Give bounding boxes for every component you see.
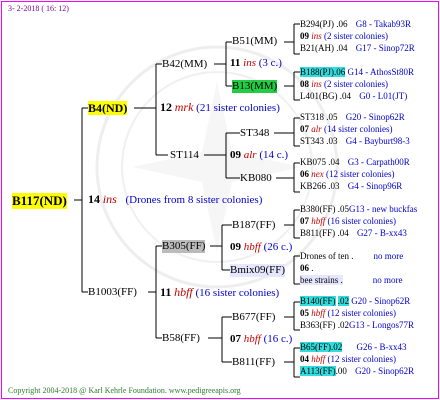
gen4-row-12[interactable]: B380(FF) .05G13 - new buckfas: [300, 204, 417, 215]
gen1-father[interactable]: B1003(FF): [88, 286, 137, 299]
gen1-mother[interactable]: B4(ND): [88, 101, 128, 115]
gen3-c-mating: 09 alr (14 c.): [230, 149, 288, 162]
gen4-row-13: 07 hbff (16 sister colonies): [300, 216, 396, 226]
gen3-h[interactable]: B811(FF): [232, 356, 275, 369]
gen4-row-20[interactable]: B363(FF) .02G13 - Longos77R: [300, 320, 414, 331]
gen3-a-mating-note: (3 c.): [258, 57, 282, 69]
gen2-a-mating-year: 12: [160, 100, 172, 114]
gen3-c-mating-note: (14 c.): [259, 149, 289, 161]
gen2-c[interactable]: B305(FF): [162, 240, 206, 253]
gen2-a[interactable]: B42(MM): [162, 58, 207, 71]
gen3-e-mating-year: 09: [230, 241, 241, 253]
gen4-row-22: 04 hbff (12 sister colonies): [300, 354, 396, 364]
gen3-g-mating-year: 07: [230, 333, 241, 345]
gen2-a-mating: 12 mrk (21 sister colonies): [160, 101, 280, 115]
gen3-b[interactable]: B13(MM): [232, 80, 278, 93]
gen2-b[interactable]: ST114: [170, 149, 199, 162]
gen3-g[interactable]: B677(FF): [232, 311, 275, 324]
gen3-e[interactable]: B187(FF): [232, 219, 275, 232]
gen4-row-7: 07 alr (14 sister colonies): [300, 124, 393, 134]
gen3-e-mating-note: (26 c.): [263, 241, 293, 253]
gen3-c[interactable]: ST348: [240, 127, 269, 140]
gen4-row-16: 06 .: [300, 263, 314, 273]
gen4-row-1: 09 ins (2 sister colonies): [300, 31, 388, 41]
gen3-c-mating-ins: alr: [243, 149, 257, 161]
gen3-a-mating-ins: ins: [243, 57, 256, 69]
gen4-row-15: Drones of ten . no more: [300, 251, 404, 261]
gen4-row-18[interactable]: B140(FF) .02 G20 - Sinop62R: [300, 296, 410, 307]
gen3-c-mating-year: 09: [230, 149, 241, 161]
gen4-row-5[interactable]: L401(BG) .04 G0 - L01(JT): [300, 91, 407, 102]
gen1-mating-note: (Drones from 8 sister colonies): [125, 194, 263, 206]
gen4-row-6[interactable]: ST318 .05 G20 - Sinop62R: [300, 112, 405, 123]
gen4-row-23[interactable]: A113(FF).00 G20 - Sinop62R: [300, 366, 414, 377]
gen2-d[interactable]: B58(FF): [162, 332, 200, 345]
gen1-mating: 14 ins (Drones from 8 sister colonies): [88, 193, 262, 207]
gen4-row-8[interactable]: ST343 .03 G4 - Bayburt98-3: [300, 136, 410, 147]
gen2-a-mating-note: (21 sister colonies): [196, 102, 280, 114]
gen4-row-19: 05 hbff (12 sister colonies): [300, 308, 396, 318]
gen4-row-0[interactable]: B294(PJ) .06 G8 - Takab93R: [300, 19, 411, 30]
gen4-row-4: 08 ins (2 sister colonies): [300, 79, 388, 89]
root-queen[interactable]: B117(ND): [12, 193, 67, 209]
gen4-row-17: bee strains . no more: [300, 275, 403, 285]
gen2-c-mating-ins: hbff: [174, 285, 193, 299]
gen3-g-mating: 07 hbff (16 c.): [230, 333, 292, 346]
gen3-a[interactable]: B51(MM): [232, 35, 277, 48]
gen3-a-mating: 11 ins (3 c.): [230, 57, 282, 70]
gen3-g-mating-ins: hbff: [243, 333, 261, 345]
gen2-a-mating-ins: mrk: [174, 100, 194, 114]
gen4-row-9[interactable]: KB075 .04 G3 - Carpath00R: [300, 157, 410, 168]
gen4-row-10: 06 nex (12 sister colonies): [300, 169, 395, 179]
pedigree-frame: 3- 2-2018 ( 16: 12) B117(ND) B4(ND) 14 i…: [1, 1, 439, 399]
gen3-e-mating-ins: hbff: [243, 241, 261, 253]
gen4-row-11[interactable]: KB266 .03 G4 - Sinop96R: [300, 181, 402, 192]
copyright-footer: Copyright 2004-2018 @ Karl Kehrle Founda…: [8, 386, 241, 395]
gen3-f[interactable]: Bmix09(FF): [230, 264, 286, 277]
gen3-d[interactable]: KB080: [240, 172, 272, 185]
gen2-c-mating-year: 11: [160, 285, 172, 299]
gen2-c-mating: 11 hbff (16 sister colonies): [160, 286, 279, 300]
gen1-mating-ins: ins: [102, 192, 117, 206]
gen3-g-mating-note: (16 c.): [263, 333, 293, 345]
gen3-a-mating-year: 11: [230, 57, 241, 69]
gen2-c-mating-note: (16 sister colonies): [195, 287, 280, 299]
gen4-row-2[interactable]: B21(AH) .04 G17 - Sinop72R: [300, 43, 415, 54]
report-date: 3- 2-2018 ( 16: 12): [8, 4, 69, 13]
gen4-row-21[interactable]: B65(FF).02 G26 - B-xx43: [300, 342, 407, 353]
gen3-e-mating: 09 hbff (26 c.): [230, 241, 292, 254]
gen4-row-14[interactable]: B811(FF) .04 G27 - B-xx43: [300, 228, 407, 239]
gen4-row-3[interactable]: B188(PJ).06 G14 - AthosSt80R: [300, 67, 414, 78]
gen1-mating-year: 14: [88, 192, 100, 206]
